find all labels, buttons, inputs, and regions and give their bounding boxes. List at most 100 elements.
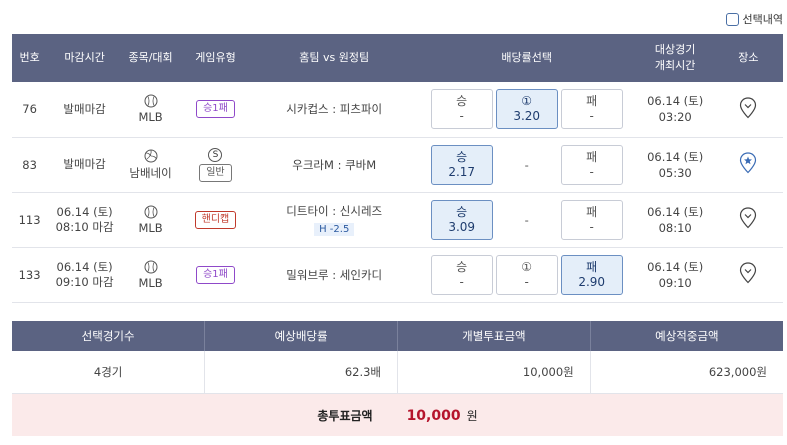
selection-history-toggle[interactable]: 선택내역 — [725, 11, 783, 27]
total-bet-bar: 총투표금액 10,000 원 — [12, 394, 783, 436]
baseball-icon — [144, 94, 158, 108]
odd-lose-button[interactable]: 패 2.90 — [560, 254, 623, 295]
odd-value: - — [459, 274, 464, 289]
row-deadline: 06.14 (토) 09:10 마감 — [47, 247, 122, 303]
baseball-icon — [144, 205, 158, 218]
game-date: 06.14 (토) — [647, 259, 704, 274]
deadline-line1: 06.14 (토) — [56, 259, 113, 274]
row-deadline: 발매마감 — [47, 82, 122, 138]
odd-label: ① — [521, 94, 533, 109]
summary-header-payout: 예상적중금액 — [590, 321, 783, 351]
selection-history-checkbox[interactable] — [725, 12, 739, 26]
row-type: 핸디캡 — [179, 192, 252, 248]
table-row: 133 06.14 (토) 09:10 마감 MLB 승1패 밀워브루 : 세인카… — [12, 247, 783, 303]
sport-label: MLB — [138, 275, 163, 290]
summary-games-count: 4경기 — [12, 351, 206, 394]
deadline-line2: 08:10 마감 — [55, 219, 114, 234]
row-venue — [713, 137, 783, 193]
row-game-time: 06.14 (토) 09:10 — [636, 247, 714, 303]
summary-header-games: 선택경기수 — [12, 321, 206, 351]
odd-lose-button[interactable]: 패- — [560, 144, 623, 185]
odd-value: - — [524, 274, 529, 289]
header-game-time-line1: 대상경기 — [654, 43, 696, 56]
row-num: 133 — [12, 247, 48, 303]
row-odds: 승 3.09 - 패- — [416, 192, 637, 248]
summary-expected-payout: 623,000원 — [590, 351, 783, 394]
row-game-time: 06.14 (토) 03:20 — [636, 82, 714, 138]
table-row: 83 발매마감 남배네이 S 일반 우크라M : 쿠바M 승2.17 - 패- — [12, 137, 783, 193]
row-sport: MLB — [121, 247, 180, 303]
odd-draw-button[interactable]: ① 3.20 — [495, 89, 558, 130]
game-date: 06.14 (토) — [647, 204, 704, 219]
map-pin-icon[interactable] — [739, 262, 757, 284]
summary-row: 4경기 62.3배 10,000원 623,000원 — [12, 351, 783, 394]
row-num: 76 — [12, 82, 48, 138]
row-type: S 일반 — [179, 137, 252, 193]
odd-win-button[interactable]: 승- — [430, 89, 493, 130]
game-clock: 03:20 — [658, 110, 692, 125]
summary-expected-odds: 62.3배 — [204, 351, 398, 394]
row-sport: MLB — [121, 192, 180, 248]
odd-label: 패 — [586, 94, 598, 109]
selection-history-label: 선택내역 — [742, 13, 783, 26]
total-bet-amount: 10,000 — [406, 407, 461, 424]
odd-win-button[interactable]: 승 2.17 — [430, 144, 493, 185]
odd-label: 패 — [586, 149, 598, 164]
odd-win-button[interactable]: 승- — [430, 254, 493, 295]
game-date: 06.14 (토) — [647, 94, 704, 109]
sport-label: MLB — [138, 110, 163, 125]
summary-table: 선택경기수 예상배당률 개별투표금액 예상적중금액 4경기 62.3배 10,0… — [12, 321, 783, 394]
odd-label: 패 — [586, 259, 598, 274]
summary-header: 선택경기수 예상배당률 개별투표금액 예상적중금액 — [12, 321, 783, 351]
row-teams: 우크라M : 쿠바M — [251, 137, 417, 193]
odd-value: - — [459, 109, 464, 124]
map-pin-icon[interactable] — [739, 97, 757, 119]
row-game-time: 06.14 (토) 08:10 — [636, 192, 714, 248]
odd-value: - — [524, 157, 529, 172]
deadline-line1: 발매마감 — [63, 101, 106, 116]
odd-lose-button[interactable]: 패- — [560, 89, 623, 130]
row-type: 승1패 — [179, 247, 252, 303]
odd-draw-empty: - — [496, 200, 558, 240]
baseball-icon — [144, 260, 158, 273]
game-clock: 09:10 — [658, 275, 692, 290]
handicap-badge: H -2.5 — [314, 223, 355, 236]
game-type-badge: 승1패 — [196, 100, 235, 119]
odd-draw-empty: - — [496, 145, 558, 185]
summary-header-odds: 예상배당률 — [204, 321, 398, 351]
game-date: 06.14 (토) — [647, 149, 704, 164]
sport-label: MLB — [138, 220, 163, 235]
deadline-line1: 발매마감 — [63, 157, 106, 171]
odd-lose-button[interactable]: 패- — [560, 199, 623, 240]
odd-value: 3.09 — [448, 219, 476, 234]
games-table: 번호 마감시간 종목/대회 게임유형 홈팀 vs 원정팀 배당률선택 대상경기 … — [12, 34, 783, 303]
header-type: 게임유형 — [179, 34, 252, 82]
game-type-badge: 일반 — [199, 163, 232, 182]
odd-value: - — [589, 109, 594, 124]
row-teams: 디트타이 : 신시레즈 H -2.5 — [251, 192, 417, 248]
row-venue — [713, 192, 783, 248]
row-num: 113 — [12, 192, 48, 248]
odd-win-button[interactable]: 승 3.09 — [430, 199, 493, 240]
row-venue — [713, 82, 783, 138]
row-type: 승1패 — [179, 82, 252, 138]
odd-value: - — [589, 164, 594, 179]
odd-value: 2.17 — [448, 164, 476, 179]
header-sport: 종목/대회 — [121, 34, 180, 82]
odd-label: 승 — [456, 94, 468, 109]
games-table-header: 번호 마감시간 종목/대회 게임유형 홈팀 vs 원정팀 배당률선택 대상경기 … — [12, 34, 783, 82]
header-deadline: 마감시간 — [47, 34, 122, 82]
row-venue — [713, 247, 783, 303]
summary-header-bet: 개별투표금액 — [397, 321, 591, 351]
game-clock: 08:10 — [658, 220, 692, 235]
map-pin-star-icon[interactable] — [739, 152, 757, 174]
header-game-time: 대상경기 개최시간 — [636, 34, 714, 82]
odd-label: 승 — [456, 149, 468, 164]
odd-draw-button[interactable]: ①- — [495, 254, 558, 295]
row-deadline: 06.14 (토) 08:10 마감 — [47, 192, 122, 248]
deadline-line1: 06.14 (토) — [56, 204, 113, 219]
sport-label: 남배네이 — [129, 165, 172, 180]
map-pin-icon[interactable] — [739, 207, 757, 229]
deadline-line2: 09:10 마감 — [55, 274, 114, 289]
row-game-time: 06.14 (토) 05:30 — [636, 137, 714, 193]
